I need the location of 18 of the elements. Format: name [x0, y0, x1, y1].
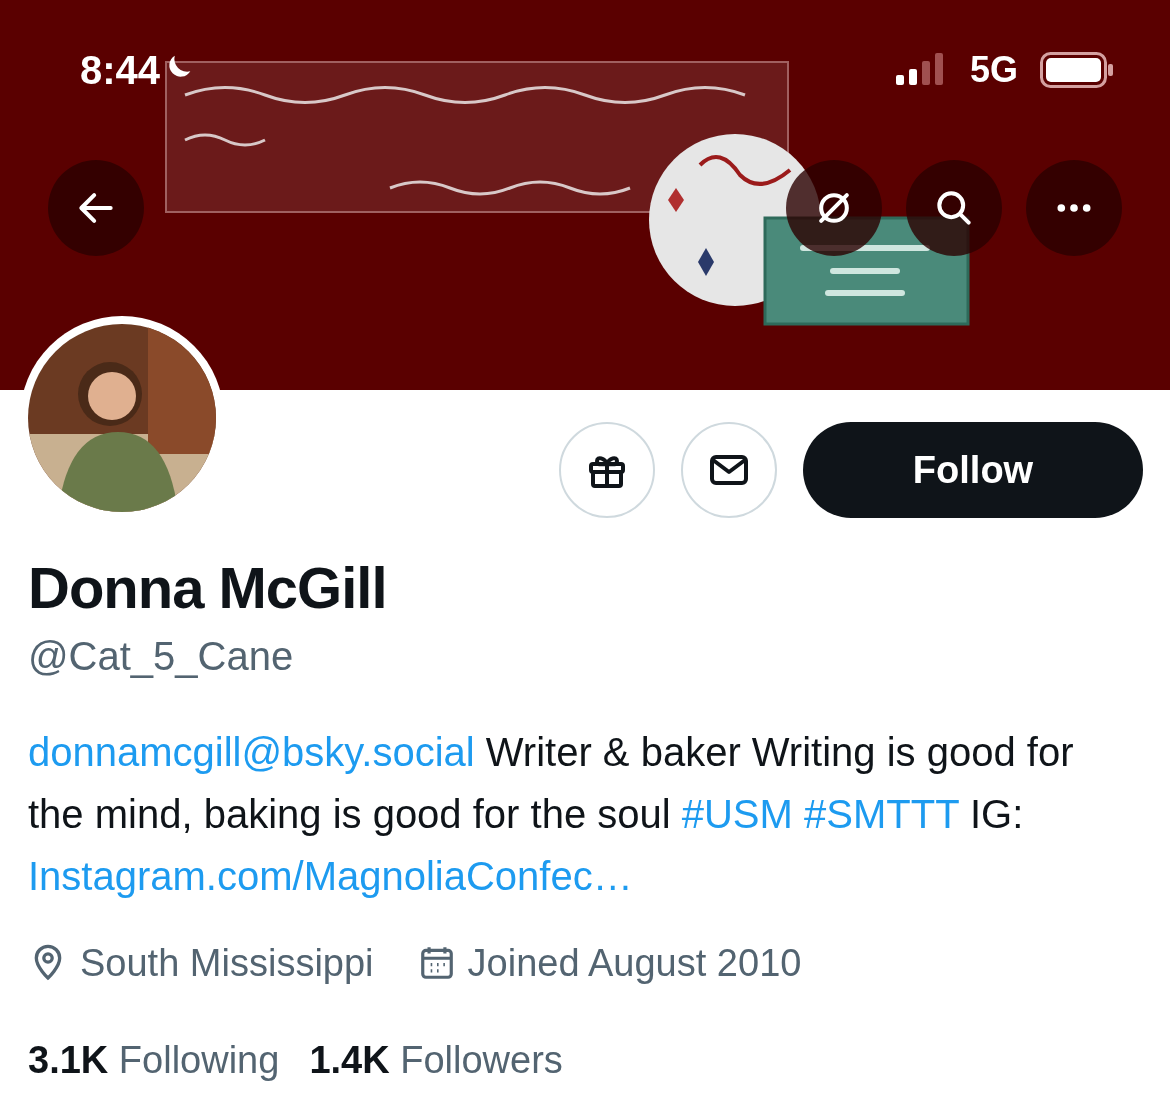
profile-handle: @Cat_5_Cane [28, 632, 295, 680]
stat-link[interactable]: 3.1K Following [28, 1031, 280, 1089]
bio-link[interactable]: #USM [681, 791, 793, 836]
network-label: 5G [969, 52, 1018, 88]
location-text: South Mississippi [80, 940, 374, 986]
profile-bio: donnamcgill@bsky.social Writer & baker Writing is good for the mind, baking is good for the soul #USM #SMTTT IG: Instagram.com/MagnoliaConfec… [28, 728, 1075, 900]
bio-link[interactable]: Instagram.com/MagnoliaConfec… [28, 853, 633, 898]
gift-button[interactable] [559, 422, 655, 518]
follow-button[interactable]: Follow [803, 422, 1143, 518]
message-button[interactable] [681, 422, 777, 518]
bio-link[interactable]: donnamcgill@bsky.social [28, 729, 475, 774]
status-time: 8:44 [80, 50, 161, 90]
bio-link[interactable]: #SMTTT [804, 791, 959, 836]
joined-date: Joined August 2010 [467, 940, 802, 986]
profile-name: Donna McGill [28, 554, 388, 622]
battery-icon [1040, 52, 1114, 88]
stat-link[interactable]: 1.4K Followers [309, 1031, 563, 1089]
more-icon [1056, 202, 1092, 214]
